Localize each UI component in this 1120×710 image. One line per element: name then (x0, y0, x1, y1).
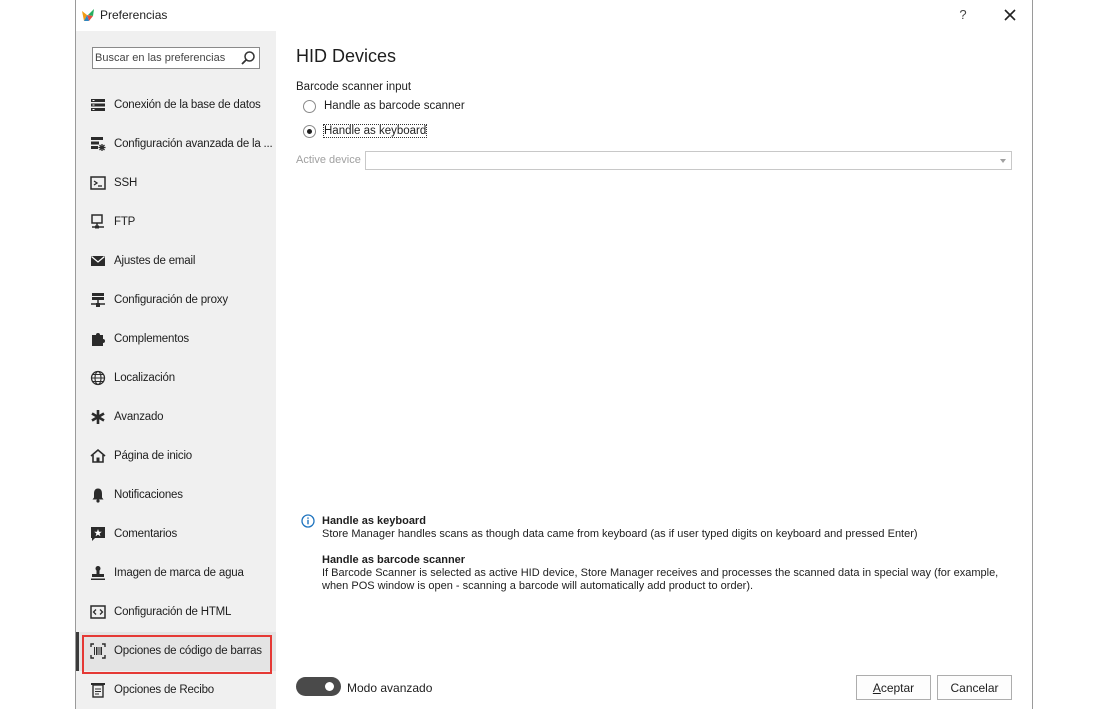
app-logo-icon (82, 9, 94, 21)
sidebar-item-label: Configuración de proxy (114, 294, 228, 306)
window-title: Preferencias (100, 8, 168, 22)
asterisk-icon (91, 410, 105, 424)
radio-keyboard[interactable]: Handle as keyboard (303, 124, 503, 142)
bell-icon (92, 488, 104, 503)
sidebar-item-localization[interactable]: Localización (76, 359, 276, 398)
advanced-mode-toggle[interactable] (296, 677, 341, 696)
sidebar-item-label: Opciones de código de barras (114, 645, 262, 657)
sidebar-item-label: SSH (114, 177, 138, 189)
sidebar-item-label: Localización (114, 372, 175, 384)
radio-label[interactable]: Handle as keyboard (322, 124, 428, 138)
info-scanner-text: If Barcode Scanner is selected as active… (322, 567, 999, 592)
sidebar-item-email-settings[interactable]: Ajustes de email (76, 242, 276, 281)
radio-label[interactable]: Handle as barcode scanner (324, 100, 465, 112)
sidebar-item-label: Complementos (114, 333, 189, 345)
database-icon (91, 99, 105, 111)
info-icon (301, 514, 315, 528)
sidebar-item-label: Comentarios (114, 528, 177, 540)
title-bar: Preferencias ? (76, 0, 1032, 31)
accept-button[interactable]: Aceptar (856, 675, 931, 700)
code-icon (90, 605, 106, 619)
stamp-icon (91, 566, 105, 580)
page-title: HID Devices (296, 46, 397, 66)
sidebar-item-html-config[interactable]: Configuración de HTML (76, 593, 276, 632)
puzzle-icon (92, 333, 105, 346)
sidebar-item-label: Opciones de Recibo (114, 684, 214, 696)
info-scanner-title: Handle as barcode scanner (322, 554, 466, 566)
close-icon[interactable] (1001, 6, 1019, 24)
search-box[interactable] (92, 47, 260, 69)
radio-circle[interactable] (303, 100, 316, 113)
sidebar-item-label: Configuración avanzada de la ... (114, 138, 273, 150)
proxy-icon (91, 293, 105, 307)
barcode-icon (90, 643, 106, 659)
sidebar-item-advanced-db-config[interactable]: Configuración avanzada de la ... (76, 125, 276, 164)
info-keyboard-text: Store Manager handles scans as though da… (322, 528, 918, 540)
sidebar-item-label: Conexión de la base de datos (114, 99, 261, 111)
sidebar-item-home-page[interactable]: Página de inicio (76, 437, 276, 476)
sidebar-item-receipt-options[interactable]: Opciones de Recibo (76, 671, 276, 710)
active-device-label: Active device (296, 154, 361, 166)
terminal-icon (90, 176, 106, 190)
sidebar-item-plugins[interactable]: Complementos (76, 320, 276, 359)
comment-star-icon (91, 527, 105, 541)
sidebar-item-database-connection[interactable]: Conexión de la base de datos (76, 86, 276, 125)
toggle-knob (325, 682, 334, 691)
server-settings-icon (91, 137, 106, 151)
sidebar-item-proxy-config[interactable]: Configuración de proxy (76, 281, 276, 320)
chevron-down-icon[interactable] (1000, 159, 1006, 163)
sidebar-item-ftp[interactable]: FTP (76, 203, 276, 242)
sidebar-item-label: Notificaciones (114, 489, 183, 501)
sidebar-item-advanced[interactable]: Avanzado (76, 398, 276, 437)
sidebar-item-label: Configuración de HTML (114, 606, 232, 618)
settings-panel: HID Devices Barcode scanner input Handle… (276, 31, 1032, 709)
info-description: Handle as keyboard Store Manager handles… (322, 515, 1002, 593)
cancel-button[interactable]: Cancelar (937, 675, 1012, 700)
sidebar-nav: Conexión de la base de datos Configuraci… (76, 86, 276, 710)
email-icon (91, 256, 105, 266)
sidebar-item-label: Página de inicio (114, 450, 192, 462)
preferences-window: Preferencias ? Conexión de la base de da… (75, 0, 1033, 709)
scanner-input-group-label: Barcode scanner input (296, 81, 412, 93)
accept-label: ceptar (880, 680, 915, 695)
help-button[interactable]: ? (956, 7, 970, 23)
radio-dot (307, 129, 312, 134)
sidebar-item-notifications[interactable]: Notificaciones (76, 476, 276, 515)
advanced-mode-label: Modo avanzado (347, 681, 433, 695)
radio-circle-checked[interactable] (303, 125, 316, 138)
sidebar: Conexión de la base de datos Configuraci… (76, 31, 276, 709)
radio-barcode-scanner[interactable]: Handle as barcode scanner (303, 99, 503, 117)
sidebar-item-label: Imagen de marca de agua (114, 567, 244, 579)
search-input[interactable] (95, 50, 235, 66)
accept-mnemonic: A (872, 680, 881, 695)
search-icon[interactable] (240, 50, 256, 66)
sidebar-item-watermark-image[interactable]: Imagen de marca de agua (76, 554, 276, 593)
ftp-icon (91, 214, 104, 229)
home-icon (90, 448, 106, 463)
sidebar-item-comments[interactable]: Comentarios (76, 515, 276, 554)
sidebar-item-label: FTP (114, 216, 136, 228)
sidebar-item-ssh[interactable]: SSH (76, 164, 276, 203)
globe-icon (90, 370, 106, 386)
receipt-icon (91, 683, 105, 698)
sidebar-item-label: Ajustes de email (114, 255, 196, 267)
sidebar-item-barcode-options[interactable]: Opciones de código de barras (76, 632, 276, 674)
active-device-dropdown[interactable] (365, 151, 1012, 170)
info-keyboard-title: Handle as keyboard (322, 515, 426, 527)
sidebar-item-label: Avanzado (114, 411, 164, 423)
